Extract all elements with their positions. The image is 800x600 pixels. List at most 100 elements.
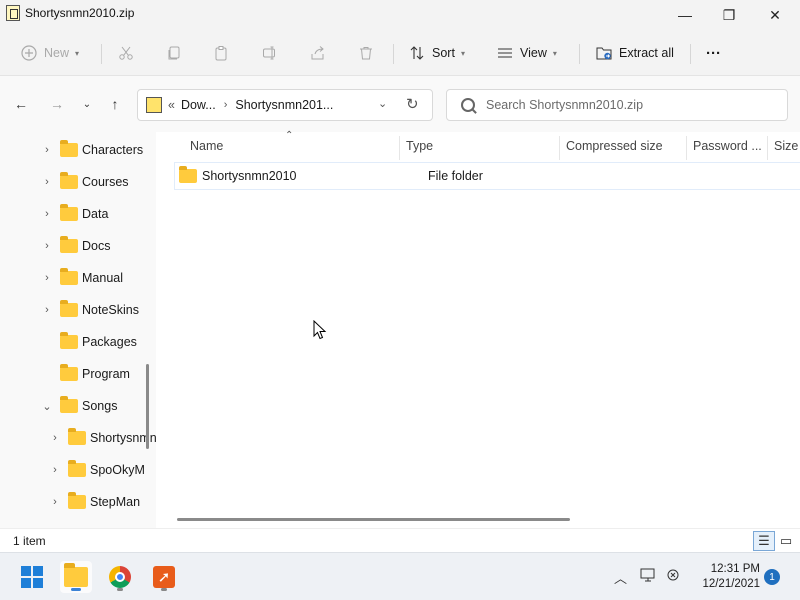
column-header-name[interactable]: Name bbox=[190, 132, 223, 160]
command-bar: New ▾ Sort ▾ View ▾ Extract all ··· bbox=[0, 30, 800, 76]
chevron-down-icon[interactable]: ⌄ bbox=[378, 97, 387, 110]
tree-item-program[interactable]: Program bbox=[40, 360, 130, 388]
forward-arrow-icon[interactable]: → bbox=[46, 94, 68, 114]
tree-item-label: Packages bbox=[82, 335, 137, 349]
share-button[interactable] bbox=[309, 39, 327, 67]
recent-locations-chevron-icon[interactable]: ⌄ bbox=[76, 94, 98, 114]
tree-item-data[interactable]: › Data bbox=[40, 200, 108, 228]
cut-button[interactable] bbox=[117, 39, 135, 67]
tree-item-label: Characters bbox=[82, 143, 144, 157]
folder-icon bbox=[68, 492, 86, 509]
column-header-password[interactable]: Password ... bbox=[693, 132, 762, 160]
paste-button[interactable] bbox=[212, 39, 230, 67]
column-divider[interactable] bbox=[767, 136, 768, 160]
tree-item-characters[interactable]: › Characters bbox=[40, 136, 143, 164]
file-row[interactable]: Shortysnmn2010 File folder bbox=[174, 162, 800, 190]
expand-chevron-icon[interactable]: › bbox=[48, 464, 62, 476]
maximize-button[interactable]: ❐ bbox=[706, 0, 752, 30]
folder-icon bbox=[68, 428, 86, 445]
tree-item-shortysnmn[interactable]: › Shortysnmn bbox=[48, 424, 156, 452]
chrome-icon bbox=[109, 566, 131, 588]
horizontal-scrollbar[interactable] bbox=[177, 518, 570, 521]
chevron-down-icon: ▾ bbox=[460, 48, 465, 58]
tree-item-stepman[interactable]: › StepMan bbox=[48, 488, 140, 516]
copy-button[interactable] bbox=[165, 39, 183, 67]
expand-chevron-icon[interactable]: › bbox=[48, 496, 62, 508]
address-bar[interactable]: « Dow... › Shortysnmn201... ⌄ ↻ bbox=[137, 89, 433, 121]
breadcrumb-downloads[interactable]: Dow... bbox=[181, 98, 216, 112]
expand-chevron-icon[interactable]: › bbox=[40, 240, 54, 252]
divider bbox=[393, 44, 394, 64]
search-box[interactable] bbox=[446, 89, 788, 121]
column-header-size[interactable]: Size bbox=[774, 132, 798, 160]
collapse-chevron-icon[interactable]: ⌄ bbox=[40, 400, 54, 413]
tree-item-docs[interactable]: › Docs bbox=[40, 232, 110, 260]
tree-item-noteskins[interactable]: › NoteSkins bbox=[40, 296, 139, 324]
show-hidden-icons-chevron-icon[interactable]: ︿ bbox=[614, 568, 627, 587]
network-disconnected-icon[interactable] bbox=[666, 568, 682, 585]
folder-icon bbox=[68, 460, 86, 477]
close-button[interactable]: ✕ bbox=[752, 0, 798, 30]
tiles-view-icon[interactable]: ▭ bbox=[775, 531, 797, 551]
clock-time: 12:31 PM bbox=[710, 563, 760, 575]
folder-icon bbox=[60, 204, 78, 221]
tree-item-packages[interactable]: Packages bbox=[40, 328, 137, 356]
file-list: ⌃ Name Type Compressed size Password ...… bbox=[158, 130, 800, 528]
minimize-button[interactable]: — bbox=[662, 0, 708, 30]
system-clock[interactable]: 12:31 PM 12/21/2021 bbox=[696, 562, 760, 592]
tree-item-label: Program bbox=[82, 367, 130, 381]
rename-button[interactable] bbox=[261, 39, 279, 67]
expand-chevron-icon[interactable]: › bbox=[40, 176, 54, 188]
view-label: View bbox=[520, 46, 547, 60]
details-view-icon[interactable]: ☰ bbox=[753, 531, 775, 551]
stepmania-taskbar-button[interactable]: ➚ bbox=[148, 561, 180, 593]
column-divider[interactable] bbox=[399, 136, 400, 160]
back-arrow-icon[interactable]: ← bbox=[10, 94, 32, 114]
stepmania-icon: ➚ bbox=[153, 566, 175, 588]
tree-item-label: NoteSkins bbox=[82, 303, 139, 317]
file-explorer-taskbar-button[interactable] bbox=[60, 561, 92, 593]
more-options-button[interactable]: ··· bbox=[706, 39, 721, 67]
folder-icon bbox=[60, 332, 78, 349]
sort-ascending-icon: ⌃ bbox=[285, 130, 294, 141]
trash-icon bbox=[357, 44, 375, 62]
chrome-taskbar-button[interactable] bbox=[104, 561, 136, 593]
extract-all-button[interactable]: Extract all bbox=[595, 39, 674, 67]
start-button[interactable] bbox=[16, 561, 48, 593]
column-header-type[interactable]: Type bbox=[406, 132, 433, 160]
view-button[interactable]: View ▾ bbox=[496, 39, 557, 67]
chevron-right-icon[interactable]: › bbox=[224, 99, 228, 111]
up-arrow-icon[interactable]: ↑ bbox=[104, 94, 126, 114]
breadcrumb-overflow[interactable]: « bbox=[168, 98, 175, 112]
expand-chevron-icon[interactable]: › bbox=[40, 304, 54, 316]
delete-button[interactable] bbox=[357, 39, 375, 67]
copy-icon bbox=[165, 44, 183, 62]
share-icon bbox=[309, 44, 327, 62]
expand-chevron-icon[interactable]: › bbox=[40, 272, 54, 284]
nav-scrollbar[interactable] bbox=[146, 364, 149, 449]
expand-chevron-icon[interactable]: › bbox=[48, 432, 62, 444]
column-header-compressed-size[interactable]: Compressed size bbox=[566, 132, 663, 160]
sort-button[interactable]: Sort ▾ bbox=[408, 39, 465, 67]
tree-item-label: Courses bbox=[82, 175, 129, 189]
expand-chevron-icon[interactable]: › bbox=[40, 208, 54, 220]
tree-item-courses[interactable]: › Courses bbox=[40, 168, 129, 196]
refresh-icon[interactable]: ↻ bbox=[406, 95, 419, 113]
folder-icon bbox=[60, 140, 78, 157]
display-icon[interactable] bbox=[640, 568, 656, 585]
tree-item-spookym[interactable]: › SpoOkyM bbox=[48, 456, 145, 484]
notification-badge[interactable]: 1 bbox=[764, 569, 780, 585]
tree-item-manual[interactable]: › Manual bbox=[40, 264, 123, 292]
column-divider[interactable] bbox=[686, 136, 687, 160]
address-row: ← → ⌄ ↑ « Dow... › Shortysnmn201... ⌄ ↻ bbox=[0, 76, 800, 132]
column-divider[interactable] bbox=[559, 136, 560, 160]
tree-item-songs[interactable]: ⌄ Songs bbox=[40, 392, 117, 420]
breadcrumb-current[interactable]: Shortysnmn201... bbox=[235, 98, 333, 112]
new-button[interactable]: New ▾ bbox=[20, 39, 79, 67]
new-label: New bbox=[44, 46, 70, 60]
expand-chevron-icon[interactable]: › bbox=[40, 144, 54, 156]
folder-icon bbox=[60, 172, 78, 189]
search-input[interactable] bbox=[486, 98, 786, 112]
file-name: Shortysnmn2010 bbox=[202, 169, 297, 183]
taskbar: ➚ ︿ 12:31 PM 12/21/2021 1 bbox=[0, 552, 800, 600]
